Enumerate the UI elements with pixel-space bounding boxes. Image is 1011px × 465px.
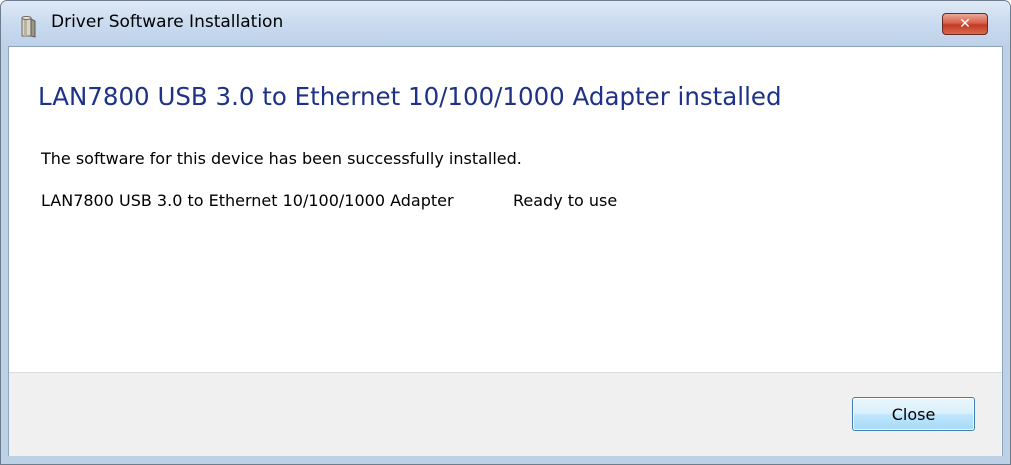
title-bar[interactable]: Driver Software Installation ✕ xyxy=(1,1,1010,46)
close-icon: ✕ xyxy=(959,16,971,32)
dialog-footer: Close xyxy=(9,372,1002,456)
dialog-window: Driver Software Installation ✕ LAN7800 U… xyxy=(0,0,1011,465)
window-close-button[interactable]: ✕ xyxy=(942,13,988,35)
driver-install-icon xyxy=(17,15,39,39)
device-name: LAN7800 USB 3.0 to Ethernet 10/100/1000 … xyxy=(41,191,454,210)
dialog-content: LAN7800 USB 3.0 to Ethernet 10/100/1000 … xyxy=(8,46,1003,456)
device-status: Ready to use xyxy=(513,191,618,210)
window-title: Driver Software Installation xyxy=(51,12,284,32)
dialog-heading: LAN7800 USB 3.0 to Ethernet 10/100/1000 … xyxy=(38,82,782,111)
close-button[interactable]: Close xyxy=(852,397,975,431)
status-message: The software for this device has been su… xyxy=(41,149,522,168)
